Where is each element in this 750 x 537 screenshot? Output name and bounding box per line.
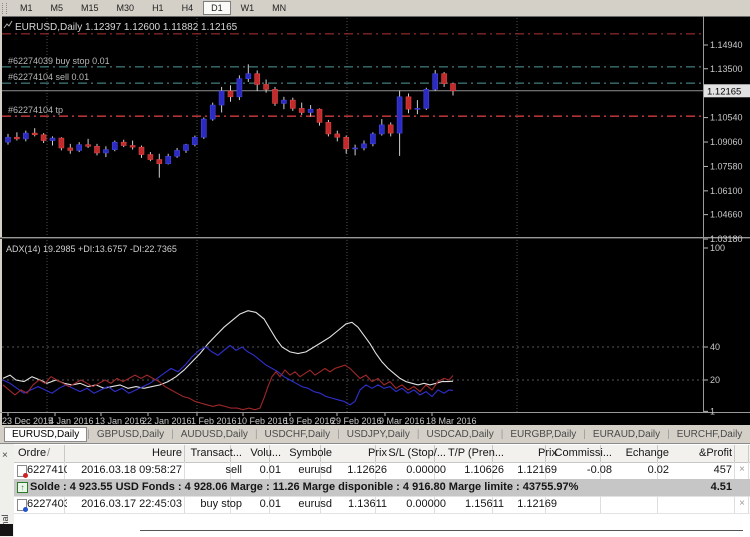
date-axis-label: 9 Mar 2016 <box>379 416 425 426</box>
table-cell: 457 <box>659 464 732 476</box>
corner-box <box>0 524 13 536</box>
candle <box>112 141 117 152</box>
date-axis-label: 23 Dec 2015 <box>2 416 53 426</box>
price-axis-label: 1.13500 <box>710 64 743 74</box>
chart-svg: #62274039 buy stop 0.01 #62274104 sell 0.… <box>0 16 750 426</box>
date-axis-label: 4 Jan 2016 <box>49 416 94 426</box>
date-axis-label: 13 Jan 2016 <box>95 416 145 426</box>
indicator-axis-label: 40 <box>710 342 720 352</box>
timeframe-button-m15[interactable]: M15 <box>73 1 107 15</box>
date-axis-label: 18 Mar 2016 <box>426 416 477 426</box>
price-axis-label: 1.04660 <box>710 210 743 220</box>
tab-usdchf[interactable]: USDCHF,Daily <box>258 428 338 441</box>
table-cell: 1.12169 <box>494 498 557 510</box>
column-separator <box>184 462 185 479</box>
column-separator <box>600 496 601 513</box>
indicator-axis-label: 1 <box>710 406 715 416</box>
header-cell[interactable]: Heure <box>66 447 182 459</box>
timeframe-buttons: M1M5M15M30H1H4D1W1MN <box>11 1 295 15</box>
timeframe-toolbar: M1M5M15M30H1H4D1W1MN <box>0 0 750 16</box>
balance-summary: Solde : 4 923.55 USD Fonds : 4 928.06 Ma… <box>30 481 650 493</box>
sell-order-icon <box>17 465 27 477</box>
candle <box>273 87 278 106</box>
chart-title: EURUSD,Daily 1.12397 1.12600 1.11882 1.1… <box>15 22 238 33</box>
tab-gbpusd[interactable]: GBPUSD,Daily <box>90 428 171 441</box>
indicator-label: ADX(14) 19.2985 +DI:13.6757 -DI:22.7365 <box>6 244 177 254</box>
bid-price-tag-label: 1.12165 <box>707 86 741 97</box>
tab-eurchf[interactable]: EURCHF,Daily <box>670 428 750 441</box>
symbol-tabbar: EURUSD,Daily|GBPUSD,Daily|AUDUSD,Daily|U… <box>0 426 750 442</box>
price-axis-label: 1.09060 <box>710 137 743 147</box>
table-cell: 62274039 <box>27 498 67 510</box>
date-axis-label: 10 Feb 2016 <box>237 416 288 426</box>
sort-indicator-icon[interactable]: / <box>47 447 50 459</box>
tab-usdjpy[interactable]: USDJPY,Daily <box>340 428 417 441</box>
column-separator <box>734 496 735 513</box>
tab-euraud[interactable]: EURAUD,Daily <box>586 428 667 441</box>
timeframe-button-d1[interactable]: D1 <box>203 1 231 15</box>
price-axis-label: 1.06100 <box>710 186 743 196</box>
close-order-icon[interactable]: × <box>736 464 748 475</box>
candle <box>201 117 206 138</box>
sell-line-label: #62274104 sell 0.01 <box>8 72 89 82</box>
candle <box>237 75 242 100</box>
date-axis-label: 19 Feb 2016 <box>284 416 335 426</box>
tab-audusd[interactable]: AUDUSD,Daily <box>174 428 255 441</box>
balance-icon: ↑ <box>17 482 28 493</box>
close-order-icon[interactable]: × <box>736 498 748 509</box>
date-axis-label: 22 Jan 2016 <box>142 416 192 426</box>
sell-tp-line-label: #62274104 tp <box>8 105 63 115</box>
tab-usdcad[interactable]: USDCAD,Daily <box>420 428 501 441</box>
column-separator <box>748 462 749 479</box>
order-row[interactable]: 622741042016.03.18 09:58:27sell0.01eurus… <box>14 462 750 480</box>
table-cell: 2016.03.17 22:45:03 <box>66 498 182 510</box>
header-cell[interactable]: Ordre <box>18 447 58 459</box>
toolbar-grip-icon[interactable] <box>2 3 7 14</box>
price-axis-label: 1.10540 <box>710 113 743 123</box>
order-row[interactable]: 622740392016.03.17 22:45:03buy stop0.01e… <box>14 496 750 514</box>
orders-table: Ordre /HeureTransact...Volu...SymbolePri… <box>14 445 750 536</box>
date-axis-label: 29 Feb 2016 <box>331 416 382 426</box>
timeframe-button-h4[interactable]: H4 <box>174 1 202 15</box>
buystop-line-label: #62274039 buy stop 0.01 <box>8 56 110 66</box>
column-separator <box>64 445 65 462</box>
timeframe-button-w1[interactable]: W1 <box>233 1 263 15</box>
timeframe-button-m5[interactable]: M5 <box>43 1 72 15</box>
column-separator <box>184 496 185 513</box>
table-header-row: Ordre /HeureTransact...Volu...SymbolePri… <box>14 445 750 463</box>
timeframe-button-mn[interactable]: MN <box>264 1 294 15</box>
timeframe-button-m1[interactable]: M1 <box>12 1 41 15</box>
tab-eurgbp[interactable]: EURGBP,Daily <box>503 428 583 441</box>
bottom-divider <box>140 530 743 531</box>
floating-profit: 4.51 <box>659 481 732 493</box>
column-separator <box>734 462 735 479</box>
timeframe-button-m30[interactable]: M30 <box>109 1 143 15</box>
price-axis-label: 1.14940 <box>710 40 743 50</box>
column-separator <box>748 496 749 513</box>
buy-stop-order-icon <box>17 499 27 511</box>
balance-row[interactable]: ↑Solde : 4 923.55 USD Fonds : 4 928.06 M… <box>14 479 750 497</box>
date-axis-label: 1 Feb 2016 <box>191 416 237 426</box>
table-cell: 62274104 <box>27 464 67 476</box>
header-cell[interactable]: &Profit <box>659 447 732 459</box>
tab-eurusd[interactable]: EURUSD,Daily <box>4 427 87 442</box>
column-separator <box>184 445 185 462</box>
candle <box>210 103 215 121</box>
candle <box>192 136 197 147</box>
terminal-panel: × minal Ordre /HeureTransact...Volu...Sy… <box>0 443 750 537</box>
timeframe-button-h1[interactable]: H1 <box>144 1 172 15</box>
price-axis-label: 1.07580 <box>710 161 743 171</box>
candle <box>326 120 331 137</box>
column-separator <box>748 445 749 462</box>
candle <box>424 88 429 110</box>
indicator-axis-label: 100 <box>710 243 725 253</box>
table-cell: 2016.03.18 09:58:27 <box>66 464 182 476</box>
column-separator <box>734 445 735 462</box>
terminal-close-icon[interactable]: × <box>2 452 8 460</box>
symbol-tabs: EURUSD,Daily|GBPUSD,Daily|AUDUSD,Daily|U… <box>0 427 750 442</box>
column-separator <box>657 496 658 513</box>
indicator-axis-label: 20 <box>710 375 720 385</box>
